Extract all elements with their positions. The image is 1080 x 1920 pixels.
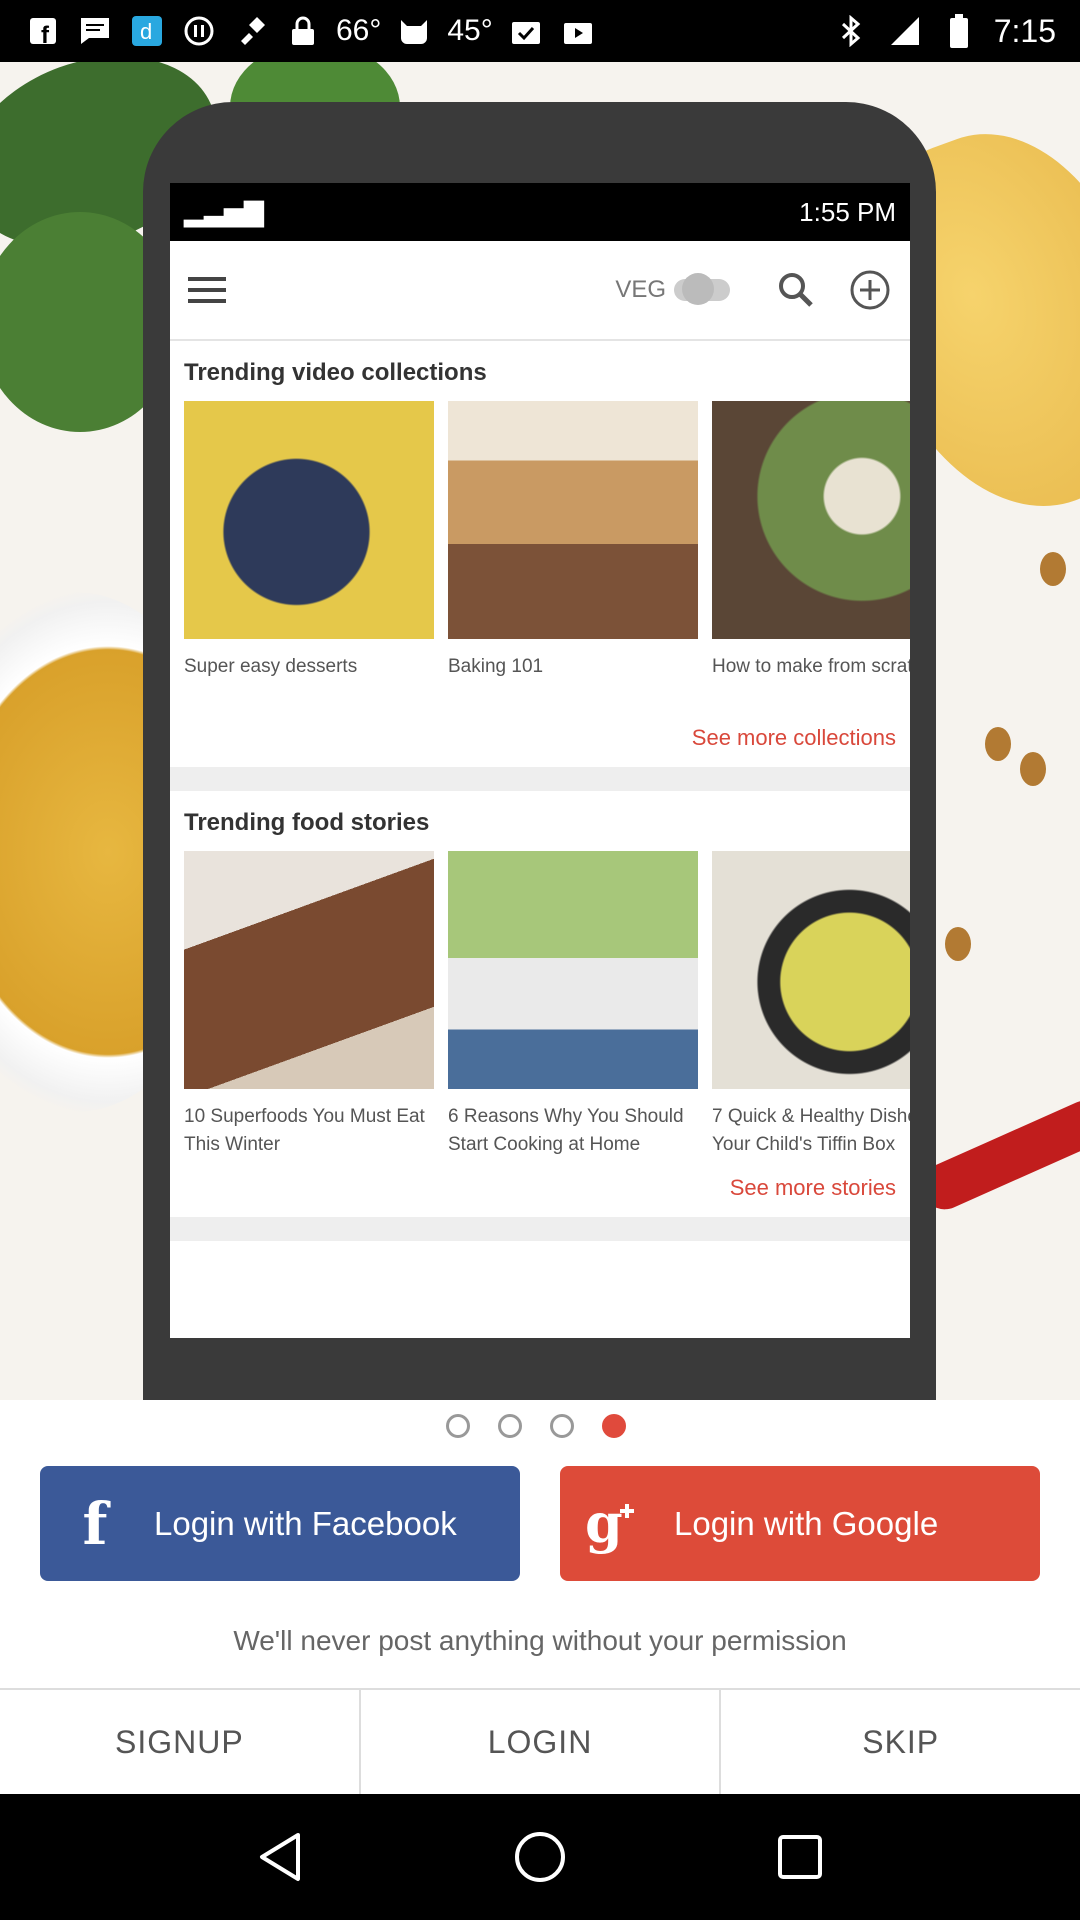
facebook-icon: f <box>82 1489 108 1558</box>
section-title: Trending video collections <box>184 359 487 386</box>
veg-label: VEG <box>615 276 666 303</box>
section-title: Trending food stories <box>184 809 430 836</box>
story-image <box>712 851 910 1089</box>
page-dot-active[interactable] <box>602 1414 626 1438</box>
menu-icon <box>188 277 226 303</box>
collection-image <box>448 401 698 639</box>
permission-note: We'll never post anything without your p… <box>233 1625 847 1656</box>
app-preview-screen: ▂▃▅▇ 1:55 PM VEG Trending video collecti… <box>170 183 910 1338</box>
message-icon <box>76 12 114 50</box>
section-divider <box>170 1217 910 1241</box>
battery-icon <box>940 12 978 50</box>
login-with-google-button[interactable]: g Login with Google <box>560 1466 1040 1581</box>
page-indicator <box>446 1414 626 1438</box>
page-dot[interactable] <box>446 1414 470 1438</box>
system-status: 7:15 <box>832 12 1056 50</box>
google-plus-icon: g <box>560 1466 670 1581</box>
back-icon[interactable] <box>250 1827 310 1887</box>
home-icon[interactable] <box>510 1827 570 1887</box>
login-button[interactable]: LOGIN <box>361 1690 722 1794</box>
status-time: 7:15 <box>993 12 1056 49</box>
navigation-bar <box>0 1794 1080 1920</box>
section-divider <box>170 767 910 791</box>
collection-caption: How to make from scratch <box>712 656 910 677</box>
story-caption: 7 Quick & Healthy Dishes For Your Child'… <box>712 1106 910 1155</box>
skip-button[interactable]: SKIP <box>721 1690 1080 1794</box>
svg-text:d: d <box>140 19 152 44</box>
temperature-1: 66° <box>336 14 382 47</box>
cat-icon <box>395 12 433 50</box>
facebook-icon: f <box>24 12 62 50</box>
page-dot[interactable] <box>550 1414 574 1438</box>
svg-text:g: g <box>585 1494 623 1554</box>
story-card: 10 Superfoods You Must Eat This Winter <box>184 851 434 1169</box>
collection-caption: Super easy desserts <box>184 656 358 677</box>
story-caption: 6 Reasons Why You Should Start Cooking a… <box>448 1106 684 1155</box>
chickpea <box>945 927 971 961</box>
recent-apps-icon[interactable] <box>770 1827 830 1887</box>
calendar-check-icon <box>507 12 545 50</box>
notification-icons: f d 66° 45° <box>24 12 597 50</box>
pause-circle-icon <box>180 12 218 50</box>
bottom-actions: SIGNUP LOGIN SKIP <box>0 1688 1080 1794</box>
collection-image <box>712 401 910 639</box>
collection-card: How to make from scratch <box>712 401 910 719</box>
veg-toggle: VEG <box>615 273 730 305</box>
toggle-switch <box>674 273 730 305</box>
food-stories-row: 10 Superfoods You Must Eat This Winter 6… <box>170 851 910 1169</box>
collection-card: Super easy desserts <box>184 401 434 719</box>
google-button-label: Login with Google <box>674 1504 939 1542</box>
lock-icon <box>284 12 322 50</box>
svg-text:f: f <box>41 22 50 46</box>
preview-time: 1:55 PM <box>799 196 896 227</box>
see-more-stories-link: See more stories <box>729 1175 896 1200</box>
chickpea <box>1020 752 1046 786</box>
add-circle-icon <box>848 268 892 312</box>
story-card: 7 Quick & Healthy Dishes For Your Child'… <box>712 851 910 1169</box>
fake-gps-icon <box>232 12 270 50</box>
preview-status-bar: ▂▃▅▇ 1:55 PM <box>170 183 910 241</box>
chickpea <box>985 727 1011 761</box>
dictionary-app-icon: d <box>128 12 166 50</box>
play-store-icon <box>559 12 597 50</box>
login-with-facebook-button[interactable]: f Login with Facebook <box>40 1466 520 1581</box>
story-caption: 10 Superfoods You Must Eat This Winter <box>184 1106 425 1155</box>
signal-icon <box>886 12 924 50</box>
page-dot[interactable] <box>498 1414 522 1438</box>
collection-image <box>184 401 434 639</box>
story-card: 6 Reasons Why You Should Start Cooking a… <box>448 851 698 1169</box>
search-icon <box>774 268 818 312</box>
status-bar: f d 66° 45° 7:15 <box>0 0 1080 62</box>
video-collections-row: Super easy desserts Baking 101 How to ma… <box>170 401 910 719</box>
see-more-collections-link: See more collections <box>691 725 896 750</box>
signup-button[interactable]: SIGNUP <box>0 1690 361 1794</box>
collection-caption: Baking 101 <box>448 656 544 677</box>
temperature-2: 45° <box>447 14 493 47</box>
bluetooth-icon <box>832 12 870 50</box>
story-image <box>184 851 434 1089</box>
chickpea <box>1040 552 1066 586</box>
collection-card: Baking 101 <box>448 401 698 719</box>
red-chili <box>914 1093 1080 1217</box>
preview-top-bar: VEG <box>170 241 910 341</box>
story-image <box>448 851 698 1089</box>
preview-signal-icon: ▂▃▅▇ <box>184 196 264 227</box>
facebook-button-label: Login with Facebook <box>154 1504 457 1542</box>
